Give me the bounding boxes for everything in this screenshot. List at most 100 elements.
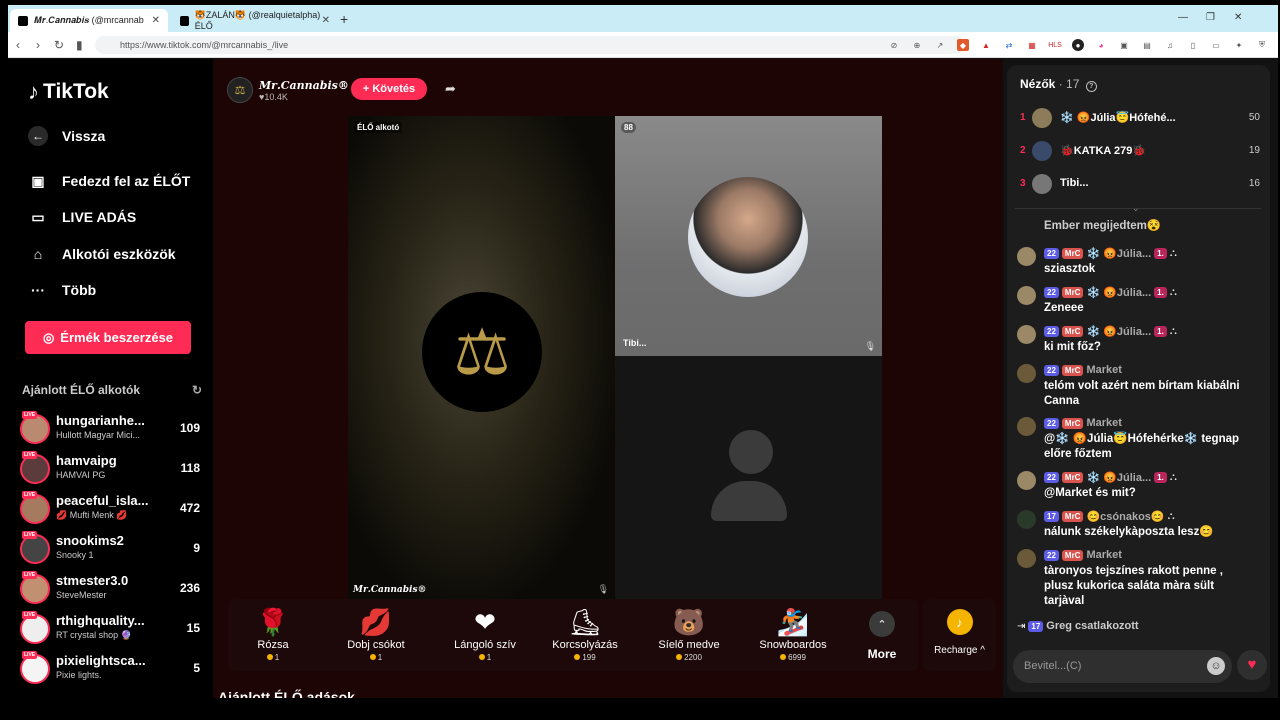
tab-mrcannabis[interactable]: 𝑴𝒓.𝑪𝒂𝒏𝒏𝒂𝒃𝒊𝒔 (@mrcannab ✕ (10, 9, 168, 32)
streamer-info[interactable]: ⚖ 𝑴𝒓.𝑪𝒂𝒏𝒏𝒂𝒃𝒊𝒔® ♥10.4K (227, 77, 349, 103)
chat-username[interactable]: ❄️ 😡Júlia... (1086, 247, 1151, 260)
level-badge: 22 (1044, 248, 1059, 259)
get-coins-button[interactable]: ◎ Érmék beszerzése (25, 321, 191, 354)
reload-icon[interactable]: ↻ (54, 38, 64, 52)
extension-grid-icon[interactable]: ▦ (1026, 39, 1038, 51)
extension-color-icon[interactable]: ◕ (1095, 39, 1107, 51)
share-icon[interactable]: ➦ (445, 81, 456, 97)
forward-arrow-icon[interactable]: › (36, 38, 40, 52)
chat-text: @Market és mit? (1044, 487, 1136, 499)
nav-item-go-live[interactable]: ▭ LIVE ADÁS (28, 207, 136, 227)
extension-screenshot-icon[interactable]: ▣ (1118, 39, 1130, 51)
creator-name: hungarianhe... (56, 413, 145, 428)
top-viewer[interactable]: 3 Tibi... 16 (1020, 173, 1260, 197)
avatar (1032, 174, 1052, 194)
chat-user-row: 22 MrC Market (1044, 364, 1122, 376)
nav-item-creator-tools[interactable]: ⌂ Alkotói eszközök (28, 244, 176, 264)
chat-input-placeholder: Bevitel...(C) (1024, 660, 1082, 672)
gift-item[interactable]: 🏂 Snowboardos 6999 (748, 607, 838, 662)
streamer-name[interactable]: 𝑴𝒓.𝑪𝒂𝒏𝒏𝒂𝒃𝒊𝒔® (259, 79, 349, 92)
guest-video[interactable]: 88 Tibi... 🎙 (615, 116, 882, 356)
recommended-creator[interactable]: LIVE peaceful_isla... 💋 Mufti Menk 💋 472 (20, 491, 200, 529)
close-window-icon[interactable]: ✕ (1234, 12, 1242, 23)
brave-shield-icon[interactable]: ◆ (957, 39, 969, 51)
gift-item[interactable]: 🐻 Síelő medve 2200 (644, 607, 734, 662)
gift-item[interactable]: 🌹 Rózsa 1 (228, 607, 318, 662)
creator-name: rthighquality... (56, 613, 145, 628)
url-field[interactable]: https://www.tiktok.com/@mrcannabis_/live (95, 36, 965, 54)
chevron-down-icon[interactable]: ⌄ (1132, 203, 1140, 214)
chat-username[interactable]: Market (1086, 417, 1121, 429)
extension-circle-icon[interactable]: ● (1072, 39, 1084, 51)
empty-guest-slot[interactable] (615, 356, 882, 599)
vpn-shield-icon[interactable]: ⛨ (1256, 39, 1268, 51)
puzzle-icon[interactable]: ✦ (1233, 39, 1245, 51)
close-tab-icon[interactable]: ✕ (322, 15, 330, 26)
recharge-button[interactable]: ♪ Recharge ^ (923, 599, 996, 671)
get-coins-label: Érmék beszerzése (60, 330, 174, 345)
tiktok-logo[interactable]: ♪ TikTok (28, 79, 109, 105)
chat-username[interactable]: Market (1086, 549, 1121, 561)
back-link[interactable]: ← Vissza (28, 126, 105, 146)
recommended-creator[interactable]: LIVE hamvaipg HAMVAI PG 118 (20, 451, 200, 489)
tab-realquietalpha[interactable]: 🐯ZALÁN🐯 (@realquietalpha) ÉLŐ ✕ (172, 9, 338, 32)
recommended-creator[interactable]: LIVE snookims2 Snooky 1 9 (20, 531, 200, 569)
restore-icon[interactable]: ❐ (1206, 12, 1215, 23)
wallet-icon[interactable]: ▭ (1210, 39, 1222, 51)
minimize-icon[interactable]: — (1178, 12, 1188, 23)
viewer-rank: 1 (1020, 112, 1026, 123)
nav-item-explore-live[interactable]: ▣ Fedezd fel az ÉLŐT (28, 171, 190, 191)
like-heart-button[interactable]: ♥ (1237, 650, 1267, 680)
chat-username[interactable]: ❄️ 😡Júlia... (1086, 325, 1151, 338)
hls-extension-icon[interactable]: HLS (1048, 39, 1062, 51)
follow-button[interactable]: + Követés (351, 78, 427, 100)
share-icon[interactable]: ↗ (934, 39, 946, 51)
gift-item[interactable]: ⛸ Korcsolyázás 199 (540, 607, 630, 662)
chat-username[interactable]: Market (1086, 364, 1121, 376)
rewards-icon[interactable]: ▲ (980, 39, 992, 51)
chat-username[interactable]: 😊csónakos😊 (1086, 510, 1164, 523)
gift-item[interactable]: 💋 Dobj csókot 1 (331, 607, 421, 662)
emoji-icon[interactable]: ☺ (1207, 657, 1225, 675)
close-tab-icon[interactable]: ✕ (152, 15, 160, 26)
recommended-creator[interactable]: LIVE stmester3.0 SteveMester 236 (20, 571, 200, 609)
chat-user-row: 17 MrC 😊csónakos😊 ⛬ (1044, 510, 1175, 523)
more-gifts-button[interactable]: ⌃ More (862, 611, 902, 661)
level-badge: 17 (1044, 511, 1059, 522)
avatar (1017, 510, 1036, 529)
recommended-creator[interactable]: LIVE rthighquality... RT crystal shop 🔮 … (20, 611, 200, 649)
gift-name: Dobj csókot (347, 639, 405, 651)
info-icon[interactable]: ? (1085, 81, 1097, 92)
recommended-creator[interactable]: LIVE hungarianhe... Hullott Magyar Mici.… (20, 411, 200, 449)
refresh-icon[interactable]: ↻ (192, 383, 202, 397)
nav-item-more[interactable]: ··· Több (28, 280, 96, 300)
back-arrow-icon[interactable]: ‹ (16, 38, 20, 52)
extension-box-icon[interactable]: ▤ (1141, 39, 1153, 51)
gift-price: 1 (228, 653, 318, 662)
gift-price: 2200 (644, 653, 734, 662)
top-viewer[interactable]: 1 ❄️ 😡Júlia😇Hófehé... 50 (1020, 107, 1260, 131)
tiktok-page: ♪ TikTok ← Vissza ▣ Fedezd fel az ÉLŐT ▭… (8, 59, 1278, 698)
chat-username[interactable]: ❄️ 😡Júlia... (1086, 286, 1151, 299)
streamer-avatar[interactable]: ⚖ (227, 77, 253, 103)
chat-text: @❄️ 😡Júlia😇Hófehérke❄️ tegnap előre főzt… (1044, 433, 1240, 460)
video-camera-icon: ▭ (31, 208, 45, 225)
recommended-creator[interactable]: LIVE pixielightsca... Pixie lights. 5 (20, 651, 200, 689)
viewer-name: Tibi... (1060, 177, 1089, 189)
chat-username[interactable]: ❄️ 😡Júlia... (1086, 471, 1151, 484)
chat-input[interactable]: Bevitel...(C) ☺ (1013, 650, 1232, 683)
tiktok-note-icon: ♪ (28, 79, 39, 104)
new-tab-button[interactable]: + (340, 11, 348, 27)
music-icon[interactable]: ♫ (1164, 39, 1176, 51)
bookmark-icon[interactable]: ▮ (76, 38, 83, 52)
zoom-icon[interactable]: ⊕ (911, 39, 923, 51)
creator-subtitle: Pixie lights. (56, 670, 102, 680)
sidebar-icon[interactable]: ▯ (1187, 39, 1199, 51)
extension-translate-icon[interactable]: ⇄ (1003, 39, 1015, 51)
translate-icon[interactable]: ⊘ (888, 39, 900, 51)
gift-item[interactable]: ❤ Lángoló szív 1 (440, 607, 530, 662)
top-viewer[interactable]: 2 🐞KATKA 279🐞 19 (1020, 140, 1260, 164)
video-player[interactable]: ÉLŐ alkotó ⚖ 𝑴𝒓.𝑪𝒂𝒏𝒏𝒂𝒃𝒊𝒔® 🎙 88 Tibi... 🎙 (348, 116, 882, 599)
coin-icon (369, 654, 376, 660)
fan-club-badge: MrC (1061, 287, 1084, 298)
